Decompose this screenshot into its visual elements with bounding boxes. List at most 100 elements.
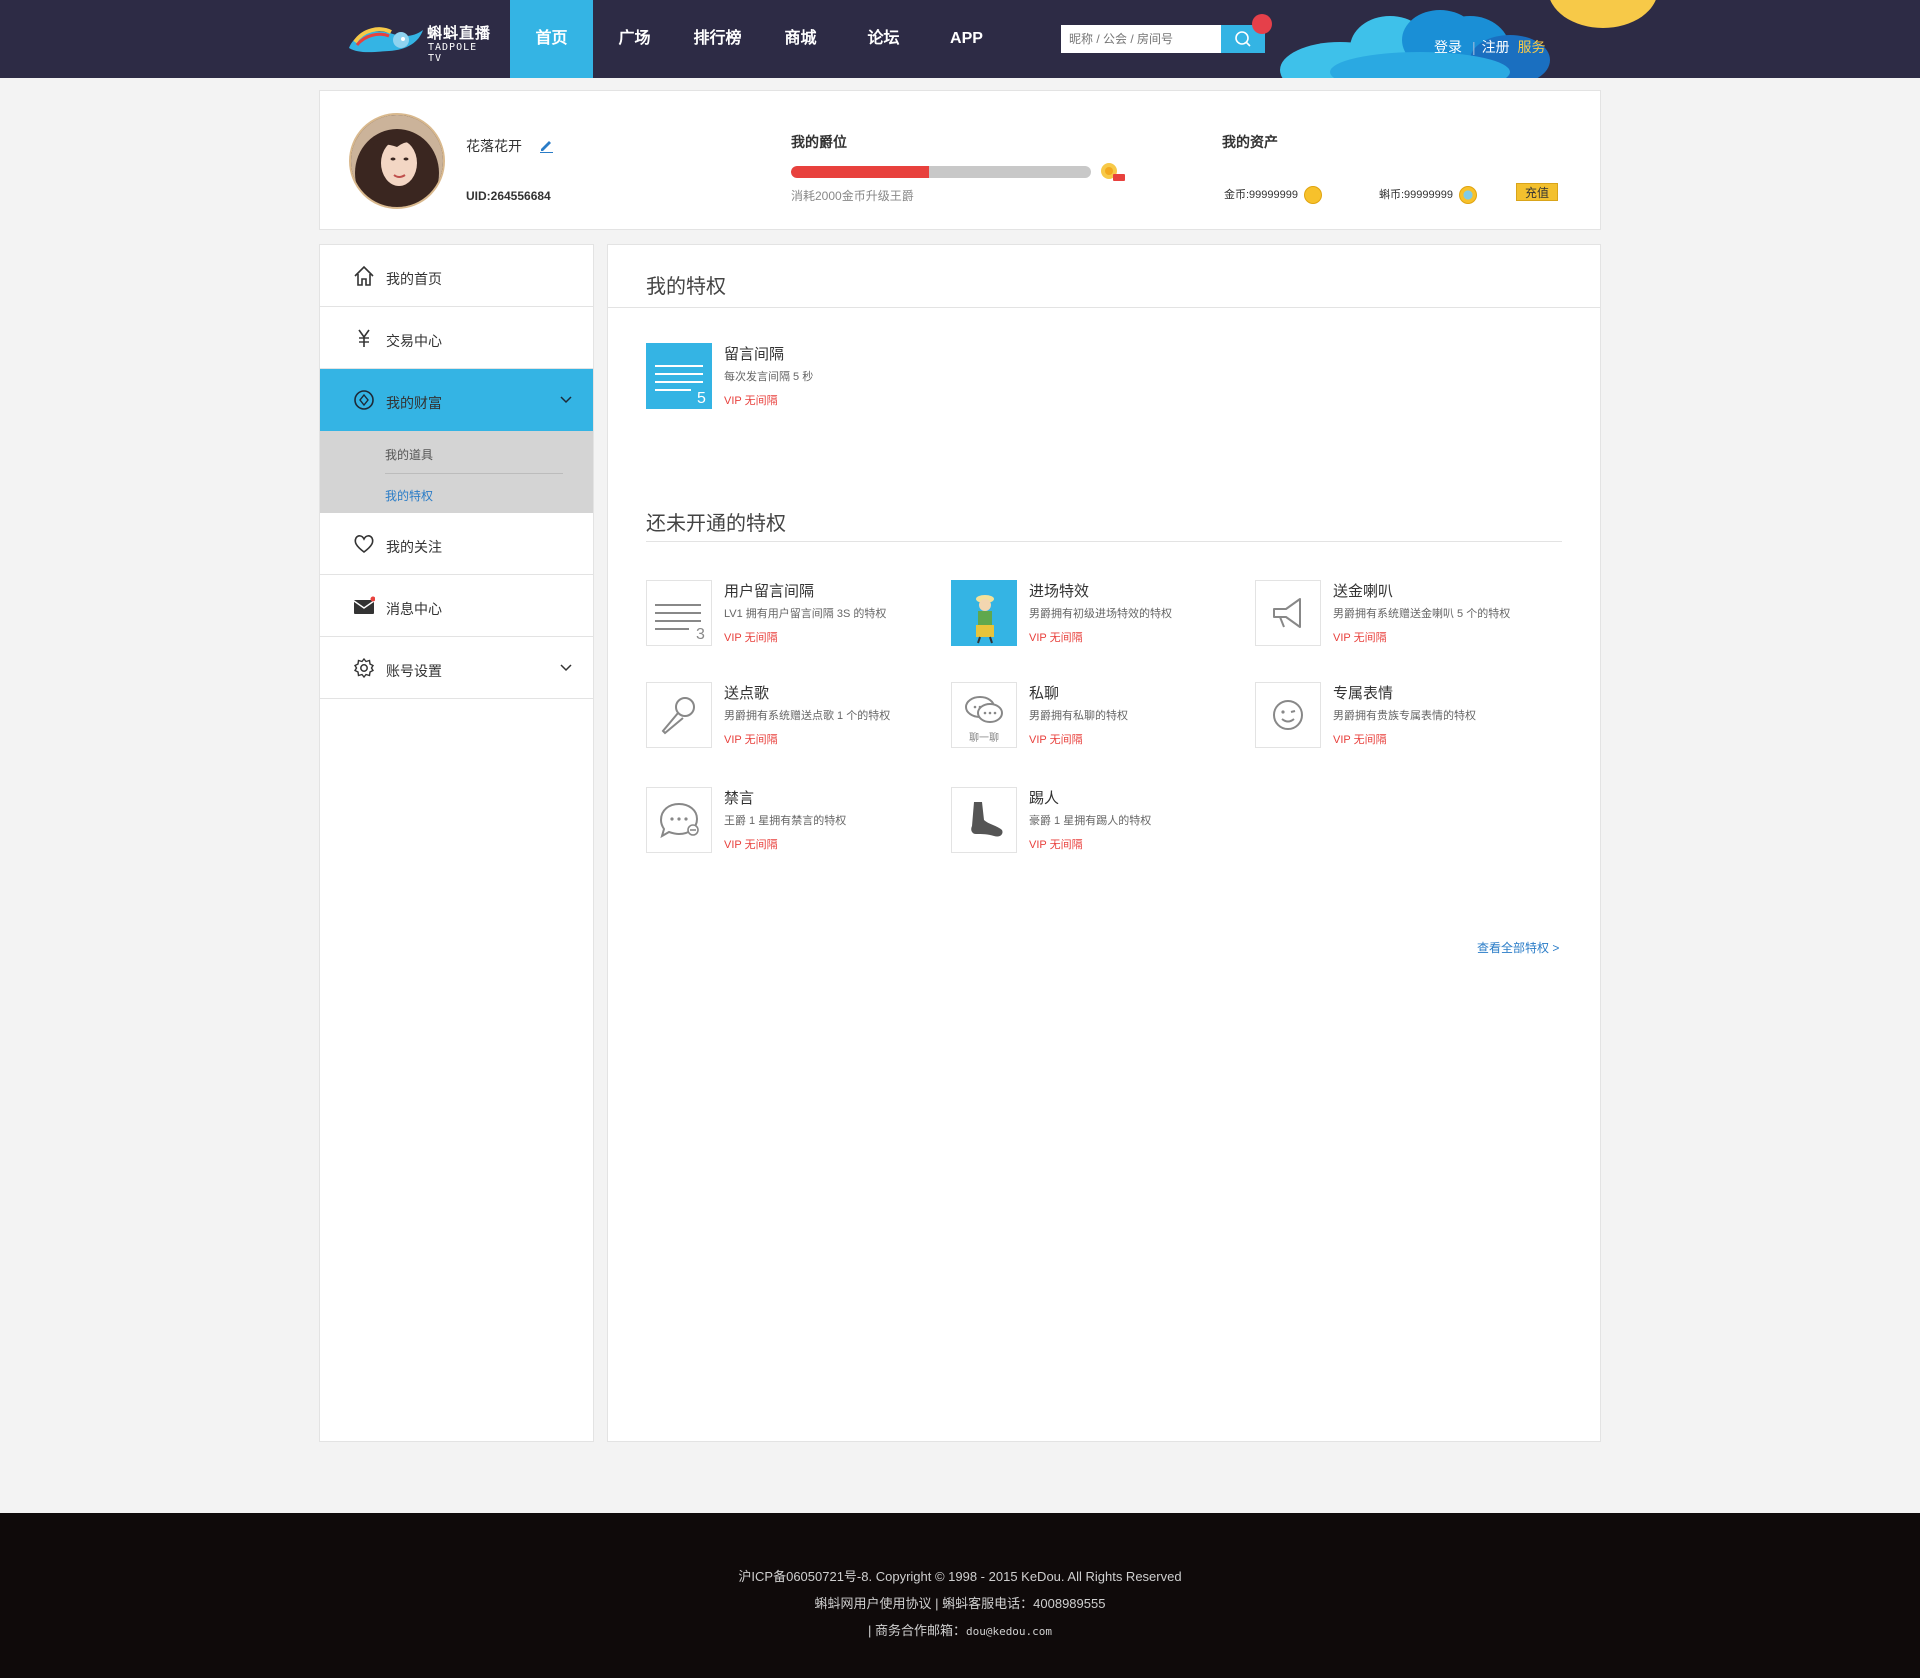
page-title: 我的特权	[646, 276, 726, 298]
footer-copyright: 沪ICP备06050721号-8. Copyright © 1998 - 201…	[738, 1569, 1182, 1584]
divider	[646, 541, 1562, 542]
svg-text:3: 3	[696, 626, 705, 643]
wealth-submenu: 我的道具 我的特权	[320, 431, 593, 513]
nav-item-app[interactable]: APP	[925, 0, 1008, 78]
tadpole-coin-balance: 蝌币:99999999	[1379, 186, 1477, 205]
sidebar-item-account-settings[interactable]: 账号设置	[320, 637, 593, 699]
rank-progress-fill	[791, 166, 929, 178]
nav-item-mall[interactable]: 商城	[759, 0, 842, 78]
sidebar-item-my-wealth[interactable]: 我的财富	[320, 369, 593, 431]
submenu-item-my-privileges[interactable]: 我的特权	[385, 487, 433, 504]
edit-pencil-icon[interactable]	[538, 137, 554, 153]
privilege-vip-note: VIP 无间隔	[1029, 839, 1083, 851]
foot-kick-icon	[971, 802, 1003, 837]
register-link[interactable]: 注册	[1482, 39, 1510, 55]
privilege-description: 男爵拥有私聊的特权	[1029, 710, 1128, 722]
rank-title: 我的爵位	[791, 134, 847, 150]
privilege-icon-box: 3	[646, 580, 712, 646]
footer-contact: | 商务合作邮箱：dou@kedou.com	[0, 1620, 1920, 1639]
avatar[interactable]	[349, 113, 445, 209]
privilege-card[interactable]: 送点歌 男爵拥有系统赠送点歌 1 个的特权 VIP 无间隔	[646, 682, 936, 752]
owned-privilege-card[interactable]: 5 留言间隔 每次发言间隔 5 秒 VIP 无间隔	[646, 343, 936, 413]
footer-email-label: | 商务合作邮箱：	[867, 1623, 966, 1638]
privilege-vip-note: VIP 无间隔	[724, 734, 778, 746]
username: 花落花开	[466, 138, 522, 154]
privilege-description: 男爵拥有系统赠送金喇叭 5 个的特权	[1333, 608, 1511, 620]
chat-icon-caption: 聊一聊	[969, 733, 999, 744]
privilege-icon-box	[646, 682, 712, 748]
sidebar-item-label: 消息中心	[386, 601, 442, 617]
logo-chinese-name: 蝌蚪直播	[427, 25, 492, 42]
microphone-icon	[661, 697, 695, 735]
divider: |	[1472, 39, 1476, 55]
privilege-icon-box	[951, 580, 1017, 646]
sidebar-item-label: 我的关注	[386, 539, 442, 555]
privilege-name: 禁言	[724, 790, 755, 807]
footer-email[interactable]: dou@kedou.com	[966, 1625, 1052, 1638]
tadpole-coin-icon	[1459, 186, 1477, 205]
nav-item-home[interactable]: 首页	[510, 0, 593, 78]
privilege-card[interactable]: 禁言 王爵 1 星拥有禁言的特权 VIP 无间隔	[646, 787, 936, 857]
privilege-name: 专属表情	[1333, 685, 1394, 702]
privilege-vip-note: VIP 无间隔	[724, 395, 778, 407]
login-link[interactable]: 登录	[1434, 39, 1462, 55]
recharge-button[interactable]: 充值	[1516, 183, 1558, 201]
privilege-card[interactable]: 专属表情 男爵拥有贵族专属表情的特权 VIP 无间隔	[1255, 682, 1545, 752]
sidebar-item-message-center[interactable]: 消息中心	[320, 575, 593, 637]
heart-icon	[354, 535, 374, 554]
footer: 沪ICP备06050721号-8. Copyright © 1998 - 201…	[0, 1513, 1920, 1678]
user-id: UID:264556684	[466, 189, 551, 203]
site-logo[interactable]: 蝌蚪直播 TADPOLE TV	[345, 18, 495, 64]
privilege-icon-box	[1255, 580, 1321, 646]
privilege-name: 私聊	[1029, 685, 1060, 702]
nav-item-square[interactable]: 广场	[593, 0, 676, 78]
sidebar-item-my-follows[interactable]: 我的关注	[320, 513, 593, 575]
privilege-vip-note: VIP 无间隔	[1333, 734, 1387, 746]
tadpole-coin-label: 蝌币:99999999	[1379, 189, 1453, 201]
search-box	[1061, 25, 1265, 53]
message-interval-icon: 3	[655, 604, 705, 643]
privilege-card[interactable]: 3 用户留言间隔 LV1 拥有用户留言间隔 3S 的特权 VIP 无间隔	[646, 580, 936, 650]
sidebar-item-label: 交易中心	[386, 333, 442, 349]
privilege-description: 男爵拥有初级进场特效的特权	[1029, 608, 1172, 620]
submenu-item-my-items[interactable]: 我的道具	[385, 446, 433, 463]
notification-dot	[1252, 14, 1272, 34]
privilege-vip-note: VIP 无间隔	[1333, 632, 1387, 644]
mute-chat-icon	[659, 802, 699, 839]
sidebar-item-label: 我的财富	[386, 395, 442, 411]
service-menu[interactable]: 服务	[1518, 39, 1546, 55]
sidebar-item-label: 账号设置	[386, 663, 442, 679]
privilege-card[interactable]: 踢人 豪爵 1 星拥有踢人的特权 VIP 无间隔	[951, 787, 1241, 857]
privilege-card[interactable]: 送金喇叭 男爵拥有系统赠送金喇叭 5 个的特权 VIP 无间隔	[1255, 580, 1545, 650]
divider	[385, 473, 563, 474]
avatar-portrait	[351, 115, 443, 207]
top-navigation-bar: 蝌蚪直播 TADPOLE TV 首页 广场 排行榜 商城 论坛 APP 昵称 /…	[0, 0, 1920, 78]
tadpole-logo-icon	[349, 27, 423, 53]
rank-badge-icon	[1101, 163, 1125, 181]
privilege-vip-note: VIP 无间隔	[1029, 734, 1083, 746]
privilege-icon-box	[951, 787, 1017, 853]
section-title-unowned: 还未开通的特权	[646, 513, 786, 535]
sidebar-item-my-home[interactable]: 我的首页	[320, 245, 593, 307]
privilege-description: 王爵 1 星拥有禁言的特权	[724, 815, 847, 827]
nav-item-ranking[interactable]: 排行榜	[676, 0, 759, 78]
privilege-name: 送金喇叭	[1333, 583, 1394, 600]
privilege-description: 豪爵 1 星拥有踢人的特权	[1029, 815, 1152, 827]
gold-coin-icon	[1304, 186, 1322, 205]
chevron-down-icon	[560, 396, 572, 404]
gold-balance-label: 金币:99999999	[1224, 189, 1298, 201]
privilege-card[interactable]: 进场特效 男爵拥有初级进场特效的特权 VIP 无间隔	[951, 580, 1241, 650]
search-input[interactable]	[1061, 25, 1221, 53]
privilege-description: LV1 拥有用户留言间隔 3S 的特权	[724, 608, 887, 620]
yen-icon	[358, 329, 370, 347]
nav-item-forum[interactable]: 论坛	[842, 0, 925, 78]
view-all-privileges-link[interactable]: 查看全部特权 >	[1477, 939, 1559, 956]
privilege-name: 用户留言间隔	[724, 583, 815, 600]
privilege-description: 每次发言间隔 5 秒	[724, 371, 814, 383]
privileges-panel: 我的特权 5 留言间隔 每次发言间隔 5 秒 VIP 无间隔 还未开通的特权 3…	[607, 244, 1601, 1442]
sidebar-item-trade-center[interactable]: 交易中心	[320, 307, 593, 369]
sidebar: 我的首页 交易中心 我的财富 我的道具 我的特权 我的关注 消息中心 账号设置	[319, 244, 594, 1442]
privilege-description: 男爵拥有贵族专属表情的特权	[1333, 710, 1476, 722]
footer-links[interactable]: 蝌蚪网用户使用协议 | 蝌蚪客服电话：4008989555	[0, 1593, 1920, 1612]
privilege-card[interactable]: 聊一聊 私聊 男爵拥有私聊的特权 VIP 无间隔	[951, 682, 1241, 752]
